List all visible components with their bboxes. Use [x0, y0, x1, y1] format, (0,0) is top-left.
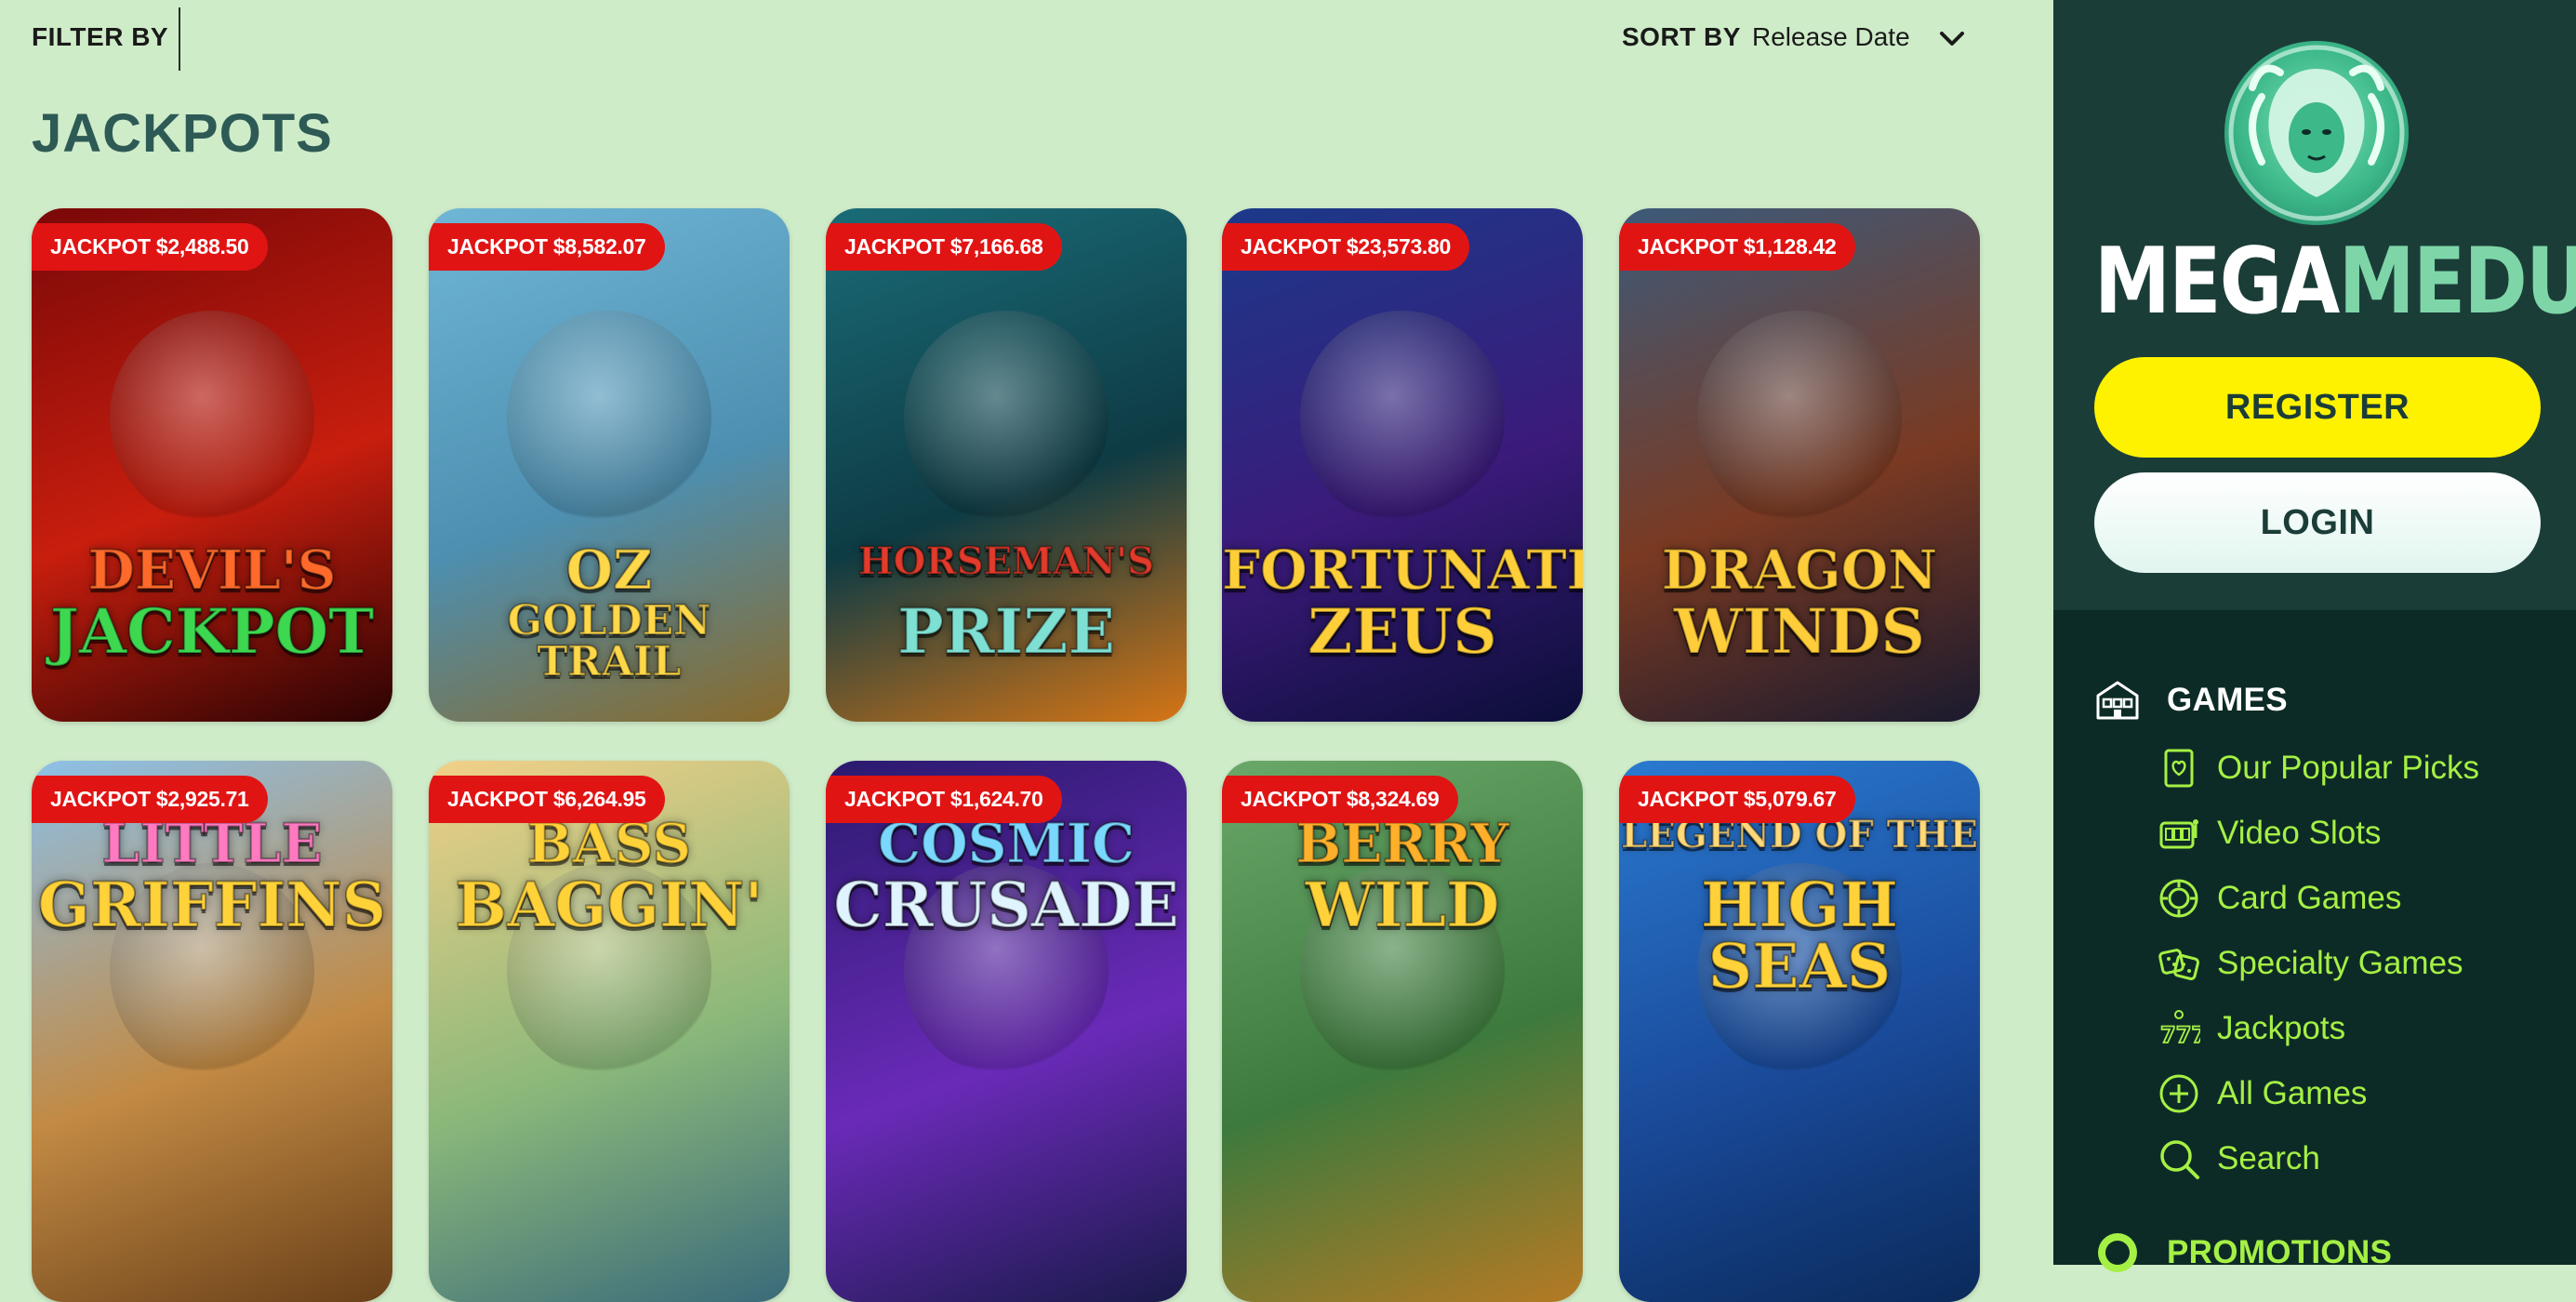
sidebar: MEGAMEDUSA REGISTER LOGIN GAMES Our Popu… [2053, 0, 2576, 1272]
filter-by-button[interactable]: FILTER BY [32, 22, 168, 52]
jackpot-badge: JACKPOT $23,573.80 [1222, 223, 1470, 271]
jackpot-badge: JACKPOT $2,925.71 [32, 776, 268, 823]
game-character [904, 311, 1109, 525]
plus-circle-icon [2159, 1074, 2198, 1113]
sidebar-item-search[interactable]: Search [2158, 1133, 2320, 1185]
game-card[interactable]: BERRY WILD JACKPOT $8,324.69 [1222, 761, 1583, 1302]
heart-card-icon [2164, 749, 2194, 788]
game-title-line2: CRUSADE [832, 869, 1179, 941]
sidebar-item-our-popular-picks[interactable]: Our Popular Picks [2158, 742, 2479, 794]
game-title-line1: OZ [565, 538, 654, 602]
sidebar-item-card-games[interactable]: Card Games [2158, 872, 2401, 924]
brand-logo-text: MEGAMEDUSA [2094, 229, 2576, 335]
game-title-line2: WILD [1305, 869, 1501, 941]
game-character [1697, 311, 1902, 525]
game-title-line1: HORSEMAN'S [857, 539, 1155, 583]
game-character [507, 311, 711, 525]
nav-section-promotions[interactable]: PROMOTIONS [2094, 1229, 2392, 1276]
sidebar-item-video-slots[interactable]: Video Slots [2158, 807, 2381, 859]
search-icon [2160, 1140, 2199, 1179]
game-card[interactable]: LITTLE GRIFFINS JACKPOT $2,925.71 [32, 761, 392, 1302]
game-title-line1: FORTUNATE [1222, 538, 1583, 602]
sidebar-item-label: Video Slots [2217, 815, 2382, 851]
login-button[interactable]: LOGIN [2094, 472, 2541, 573]
game-title-line2: GRIFFINS [37, 869, 388, 941]
game-card[interactable]: LEGEND OF THE HIGH SEAS JACKPOT $5,079.67 [1619, 761, 1980, 1302]
sidebar-item-all-games[interactable]: All Games [2158, 1068, 2367, 1120]
sidebar-item-label: Card Games [2217, 880, 2402, 916]
toolbar-divider [179, 7, 180, 71]
game-title-line2: JACKPOT [49, 595, 376, 668]
brand-medusa: MEDUSA [2338, 229, 2576, 335]
game-title-line1: BERRY [1295, 812, 1509, 875]
game-card[interactable]: OZ GOLDEN TRAIL JACKPOT $8,582.07 [429, 208, 790, 722]
game-card[interactable]: HORSEMAN'S PRIZE JACKPOT $7,166.68 [826, 208, 1187, 722]
jackpot-badge: JACKPOT $2,488.50 [32, 223, 268, 271]
nav-games-label: GAMES [2167, 682, 2288, 718]
game-title-line2: GOLDEN TRAIL [507, 597, 712, 685]
nav-section-games[interactable]: GAMES [2094, 677, 2288, 724]
slot-machine-icon [2159, 819, 2198, 849]
jackpot-badge: JACKPOT $6,264.95 [429, 776, 665, 823]
register-button[interactable]: REGISTER [2094, 357, 2541, 458]
game-card[interactable]: COSMIC CRUSADE JACKPOT $1,624.70 [826, 761, 1187, 1302]
game-title-line2: WINDS [1673, 595, 1926, 668]
sidebar-item-label: Search [2217, 1140, 2320, 1176]
jackpot-777-icon: 777 [2159, 1010, 2200, 1049]
sidebar-item-label: All Games [2217, 1075, 2368, 1111]
sidebar-item-specialty-games[interactable]: Specialty Games [2158, 937, 2463, 990]
jackpot-badge: JACKPOT $8,582.07 [429, 223, 665, 271]
casino-building-icon [2096, 681, 2139, 720]
game-title-line1: COSMIC [877, 812, 1135, 875]
nav-promotions-label: PROMOTIONS [2167, 1234, 2393, 1270]
game-lobby: FILTER BY SORT BY Release Date JACKPOTS … [0, 0, 2053, 1302]
brand-mega: MEGA [2094, 229, 2340, 335]
game-title-line2: BAGGIN' [454, 869, 764, 941]
sort-select-value[interactable]: Release Date [1752, 22, 1910, 52]
poker-chip-icon [2159, 879, 2198, 918]
game-title-line1: BASS [526, 812, 693, 875]
game-card[interactable]: BASS BAGGIN' JACKPOT $6,264.95 [429, 761, 790, 1302]
jackpot-badge: JACKPOT $1,624.70 [826, 776, 1062, 823]
sort-by-label: SORT BY [1622, 22, 1741, 51]
sidebar-item-label: Specialty Games [2217, 945, 2463, 981]
svg-text:777: 777 [2160, 1022, 2200, 1048]
promo-chip-icon [2098, 1233, 2137, 1272]
medusa-logo-icon[interactable] [2224, 41, 2409, 225]
dice-icon [2158, 949, 2199, 980]
game-title-line1: LITTLE [100, 812, 323, 875]
jackpot-badge: JACKPOT $8,324.69 [1222, 776, 1458, 823]
game-title-line2: HIGH SEAS [1700, 869, 1899, 1003]
game-character [110, 311, 314, 525]
sidebar-item-label: Our Popular Picks [2217, 750, 2480, 786]
game-title-line2: ZEUS [1307, 595, 1498, 668]
game-title-line1: DEVIL'S [86, 538, 337, 602]
chevron-down-icon[interactable] [1938, 24, 1966, 52]
jackpot-badge: JACKPOT $5,079.67 [1619, 776, 1855, 823]
game-card[interactable]: DEVIL'S JACKPOT JACKPOT $2,488.50 [32, 208, 392, 722]
game-card[interactable]: DRAGON WINDS JACKPOT $1,128.42 [1619, 208, 1980, 722]
jackpot-badge: JACKPOT $7,166.68 [826, 223, 1062, 271]
game-title-line1: DRAGON [1661, 538, 1939, 602]
sidebar-item-jackpots[interactable]: 777 Jackpots [2158, 1003, 2345, 1055]
sidebar-header: MEGAMEDUSA REGISTER LOGIN [2053, 0, 2576, 610]
game-character [1300, 311, 1505, 525]
game-title-line2: PRIZE [896, 595, 1116, 668]
sidebar-item-label: Jackpots [2217, 1010, 2346, 1046]
page-title: JACKPOTS [32, 103, 333, 164]
game-card[interactable]: FORTUNATE ZEUS JACKPOT $23,573.80 [1222, 208, 1583, 722]
jackpot-badge: JACKPOT $1,128.42 [1619, 223, 1855, 271]
